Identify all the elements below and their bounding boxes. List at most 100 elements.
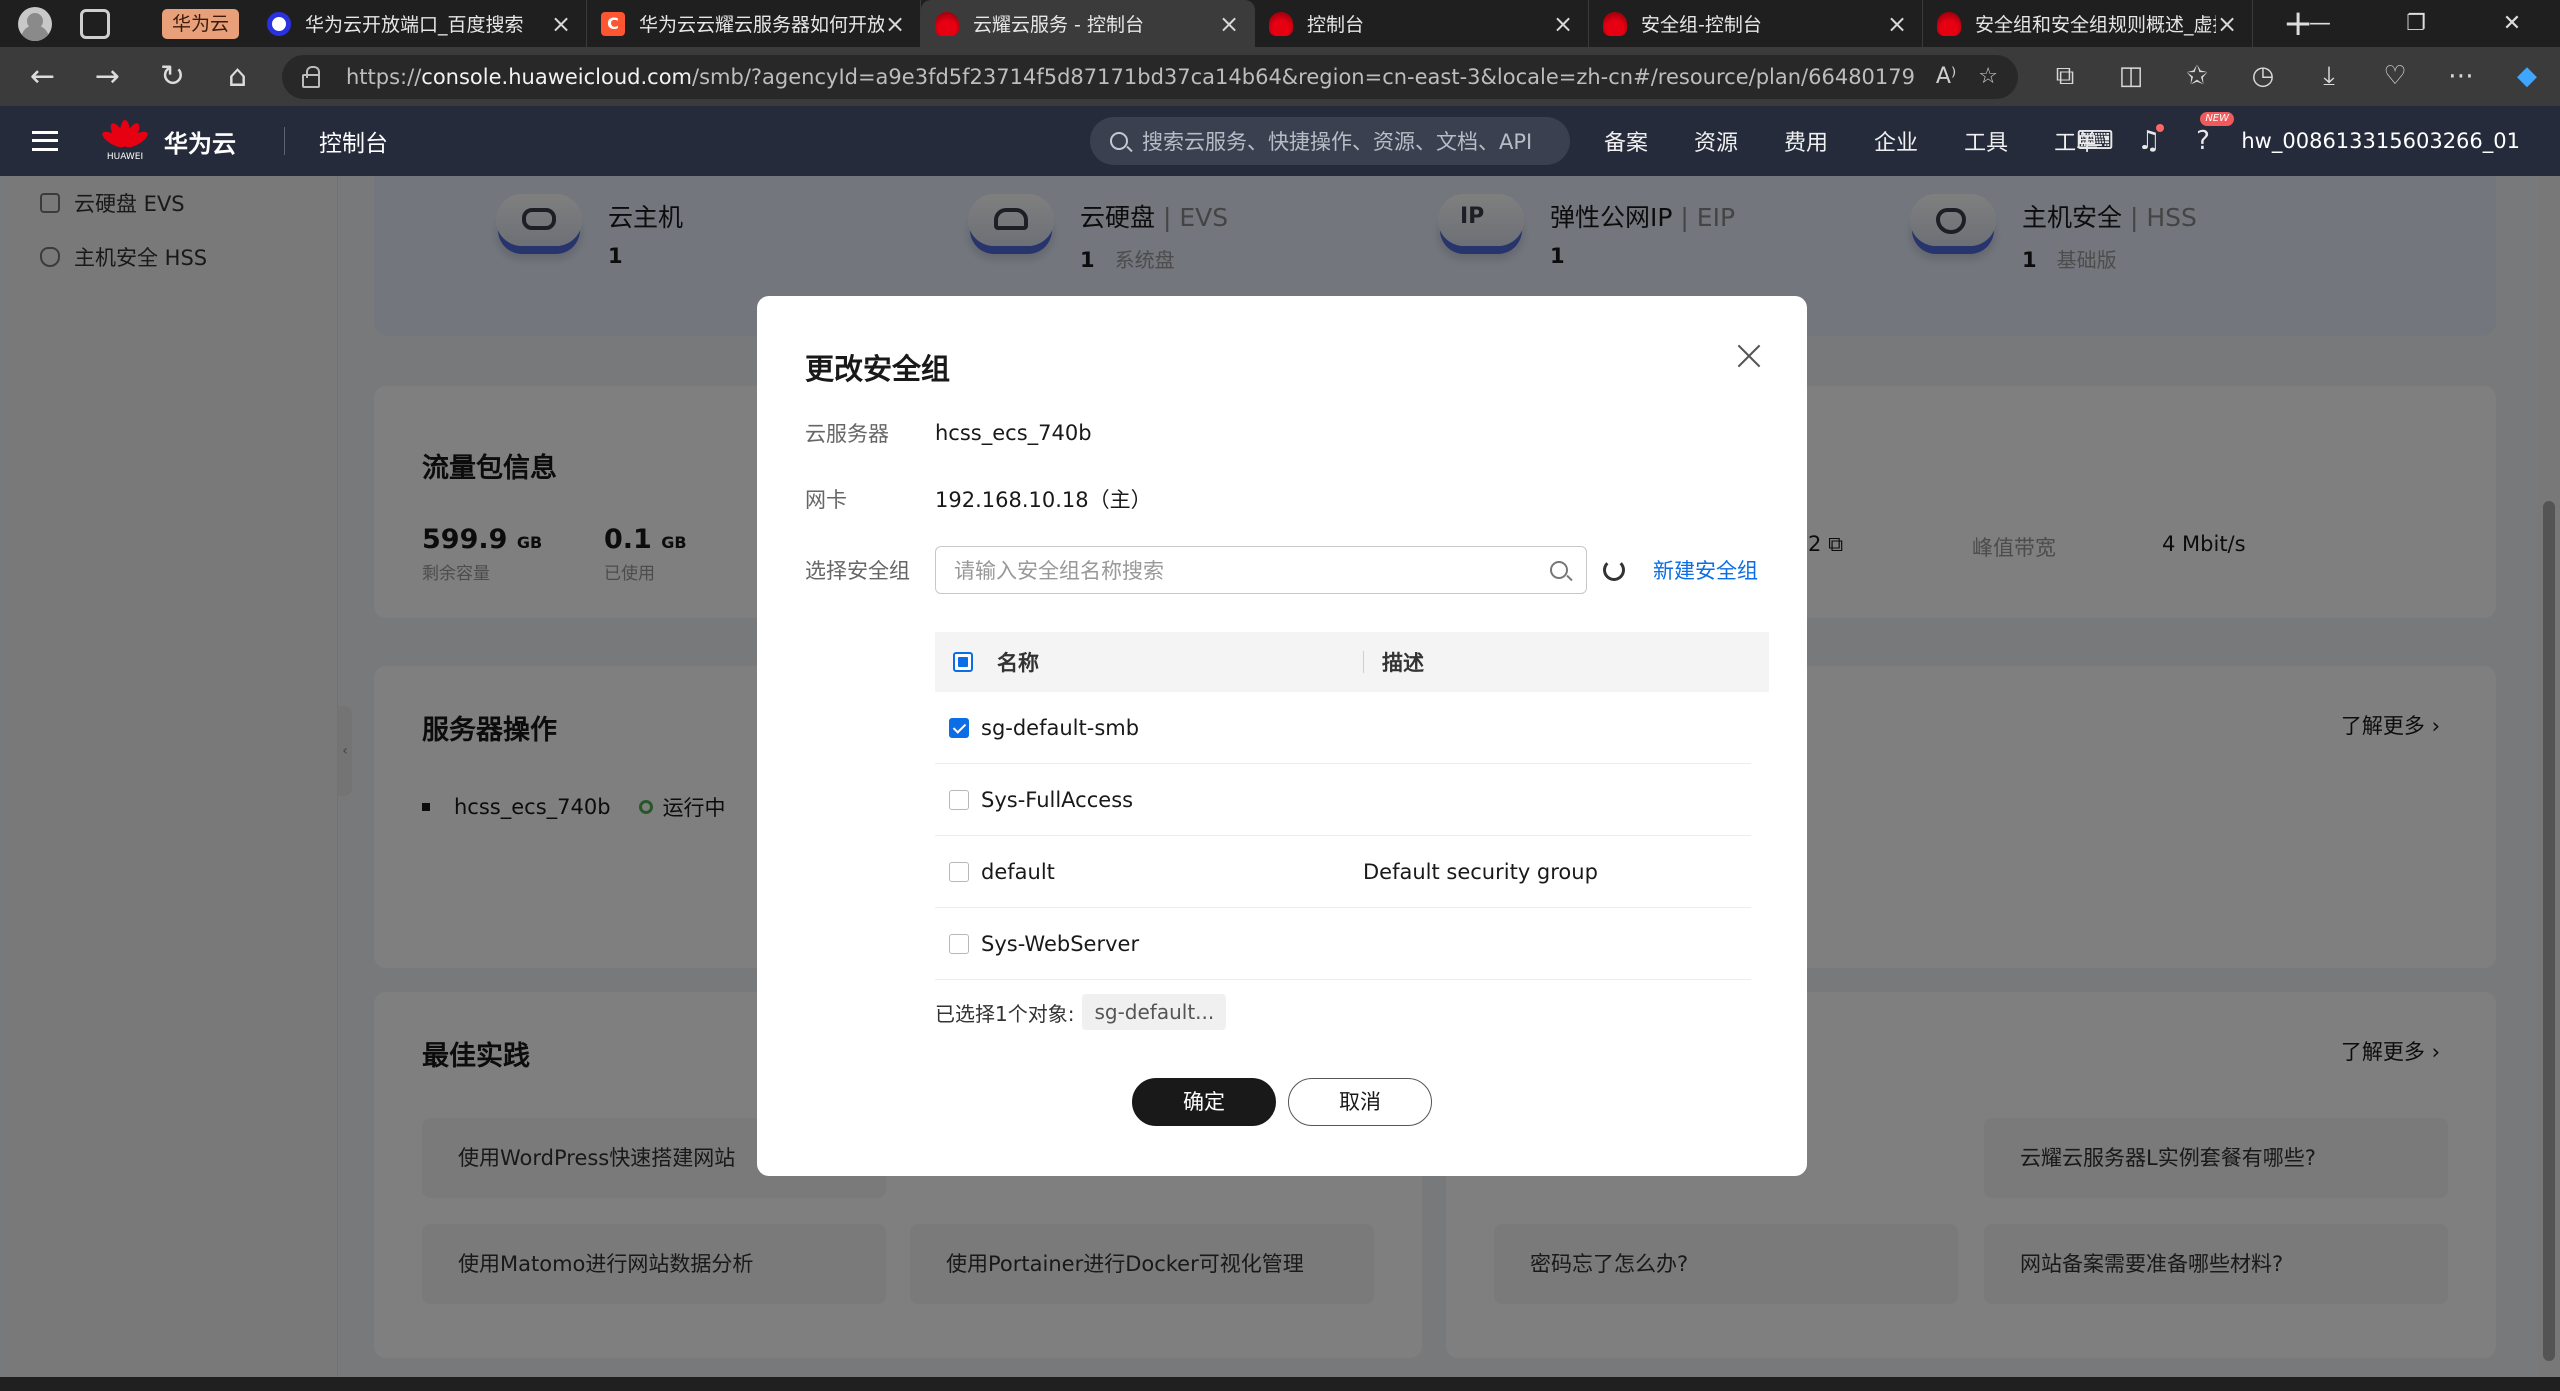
server-row: 云服务器 hcss_ecs_740b: [805, 418, 1092, 448]
table-row[interactable]: default Default security group: [935, 836, 1751, 908]
global-search-input[interactable]: 搜索云服务、快捷操作、资源、文档、API: [1090, 117, 1570, 165]
selected-chip[interactable]: sg-default...: [1082, 994, 1227, 1030]
security-group-search-input[interactable]: 请输入安全组名称搜索: [935, 546, 1587, 594]
nav-tools[interactable]: 工具: [1964, 125, 2008, 157]
row-checkbox[interactable]: [949, 933, 969, 954]
huawei-logo[interactable]: HUAWEI: [99, 118, 151, 164]
header-icons: ⌨ ♫ ? NEW: [2068, 106, 2234, 176]
column-divider: [1363, 651, 1364, 673]
browser-tab[interactable]: 安全组-控制台 ×: [1589, 0, 1924, 47]
table-row[interactable]: Sys-WebServer: [935, 908, 1751, 980]
close-icon[interactable]: ×: [1552, 10, 1574, 38]
favorite-star-icon[interactable]: ☆: [1978, 64, 1998, 89]
user-account[interactable]: hw_008613315603266_01: [2241, 106, 2520, 176]
back-arrow-icon[interactable]: ←: [10, 59, 75, 94]
restore-icon[interactable]: ❐: [2368, 0, 2464, 47]
tab-label: 控制台: [1307, 14, 1365, 36]
sg-name: sg-default-smb: [981, 715, 1140, 740]
nav-billing[interactable]: 费用: [1784, 125, 1828, 157]
server-label: 云服务器: [805, 422, 889, 446]
address-bar[interactable]: https://console.huaweicloud.com/smb/?age…: [282, 54, 2018, 99]
huawei-icon: [1603, 11, 1628, 36]
home-icon[interactable]: ⌂: [205, 59, 270, 94]
selected-count-text: 已选择1个对象:: [935, 1001, 1075, 1026]
header-nav: 备案 资源 费用 企业 工具 工单: [1604, 106, 2144, 176]
browser-tab-bar: 华为云 华为云开放端口_百度搜索 × C 华为云云耀云服务器如何开放 × 云耀云…: [0, 0, 2560, 47]
table-row[interactable]: Sys-FullAccess: [935, 764, 1751, 836]
header-divider: [284, 127, 285, 155]
help-icon[interactable]: ? NEW: [2176, 112, 2234, 156]
search-icon[interactable]: [1550, 561, 1568, 579]
nav-filing[interactable]: 备案: [1604, 125, 1648, 157]
more-menu-icon[interactable]: ⋯: [2428, 61, 2494, 92]
table-row[interactable]: sg-default-smb: [935, 692, 1751, 764]
column-desc-header: 描述: [1382, 651, 1424, 675]
url-text: https://console.huaweicloud.com/smb/?age…: [346, 64, 1914, 89]
sg-name: default: [981, 859, 1055, 884]
nic-value: 192.168.10.18（主）: [935, 488, 1152, 512]
cancel-button[interactable]: 取消: [1288, 1078, 1432, 1126]
row-checkbox[interactable]: [949, 789, 969, 810]
performance-icon[interactable]: ♡: [2362, 61, 2428, 92]
lock-icon[interactable]: [302, 65, 320, 88]
browser-tab[interactable]: 安全组和安全组规则概述_虚拟 ×: [1923, 0, 2254, 47]
os-taskbar: [0, 1377, 2560, 1391]
cloud-shell-icon[interactable]: ⌨: [2068, 126, 2122, 156]
brand-name[interactable]: 华为云: [164, 124, 236, 159]
console-link[interactable]: 控制台: [319, 124, 388, 158]
close-icon[interactable]: ×: [884, 10, 906, 38]
workspaces-icon[interactable]: [80, 8, 110, 39]
new-badge: NEW: [2200, 112, 2234, 126]
create-security-group-link[interactable]: 新建安全组: [1653, 555, 1758, 585]
extensions-icon[interactable]: ⧉: [2032, 61, 2098, 92]
console-header: HUAWEI 华为云 控制台 搜索云服务、快捷操作、资源、文档、API 备案 资…: [0, 106, 2560, 176]
tab-label: 华为云云耀云服务器如何开放: [639, 14, 885, 36]
tab-group-chip[interactable]: 华为云: [162, 8, 240, 39]
refresh-icon[interactable]: [1603, 559, 1625, 581]
close-icon[interactable]: [1737, 344, 1761, 368]
tab-label: 安全组-控制台: [1641, 14, 1762, 36]
nic-label: 网卡: [805, 488, 847, 512]
column-name-header: 名称: [997, 651, 1039, 675]
change-security-group-dialog: 更改安全组 云服务器 hcss_ecs_740b 网卡 192.168.10.1…: [757, 296, 1807, 1176]
search-placeholder: 搜索云服务、快捷操作、资源、文档、API: [1142, 130, 1533, 154]
nav-enterprise[interactable]: 企业: [1874, 125, 1918, 157]
selected-summary: 已选择1个对象: sg-default...: [935, 994, 1227, 1030]
search-icon: [1110, 132, 1128, 150]
forward-arrow-icon[interactable]: →: [75, 59, 140, 94]
nav-resources[interactable]: 资源: [1694, 125, 1738, 157]
close-window-icon[interactable]: ✕: [2464, 0, 2560, 47]
favorites-icon[interactable]: ✩: [2164, 61, 2230, 92]
notification-bell-icon[interactable]: ♫: [2122, 124, 2176, 156]
browser-tab-active[interactable]: 云耀云服务 - 控制台 ×: [921, 0, 1256, 47]
browser-tab[interactable]: 华为云开放端口_百度搜索 ×: [253, 0, 588, 47]
close-icon[interactable]: ×: [1886, 10, 1908, 38]
tab-label: 云耀云服务 - 控制台: [973, 14, 1144, 36]
sg-name: Sys-WebServer: [981, 931, 1140, 956]
history-icon[interactable]: ◷: [2230, 61, 2296, 92]
sg-name: Sys-FullAccess: [981, 787, 1134, 812]
row-checkbox[interactable]: [949, 861, 969, 882]
hamburger-menu-icon[interactable]: [32, 131, 58, 151]
tab-label: 安全组和安全组规则概述_虚拟: [1975, 14, 2217, 36]
minimize-icon[interactable]: —: [2272, 0, 2368, 47]
read-aloud-icon[interactable]: A⁾: [1936, 64, 1956, 89]
dialog-title: 更改安全组: [805, 352, 951, 386]
browser-tab[interactable]: 控制台 ×: [1255, 0, 1590, 47]
close-icon[interactable]: ×: [1218, 10, 1240, 38]
split-screen-icon[interactable]: ◫: [2098, 61, 2164, 92]
select-all-checkbox[interactable]: [953, 652, 973, 672]
copilot-icon[interactable]: ◆: [2494, 61, 2560, 92]
browser-tab[interactable]: C 华为云云耀云服务器如何开放 ×: [587, 0, 922, 47]
tab-label: 华为云开放端口_百度搜索: [305, 14, 524, 36]
security-group-table: 名称 描述 sg-default-smb Sys-FullAccess defa…: [935, 632, 1769, 980]
reload-icon[interactable]: ↻: [140, 59, 205, 94]
close-icon[interactable]: ×: [2216, 10, 2238, 38]
download-icon[interactable]: ⤓: [2296, 61, 2362, 92]
confirm-button[interactable]: 确定: [1132, 1078, 1276, 1126]
profile-avatar-icon[interactable]: [18, 6, 52, 41]
window-controls: — ❐ ✕: [2272, 0, 2560, 47]
nic-row: 网卡 192.168.10.18（主）: [805, 484, 1152, 514]
row-checkbox-checked[interactable]: [949, 717, 969, 738]
close-icon[interactable]: ×: [550, 10, 572, 38]
